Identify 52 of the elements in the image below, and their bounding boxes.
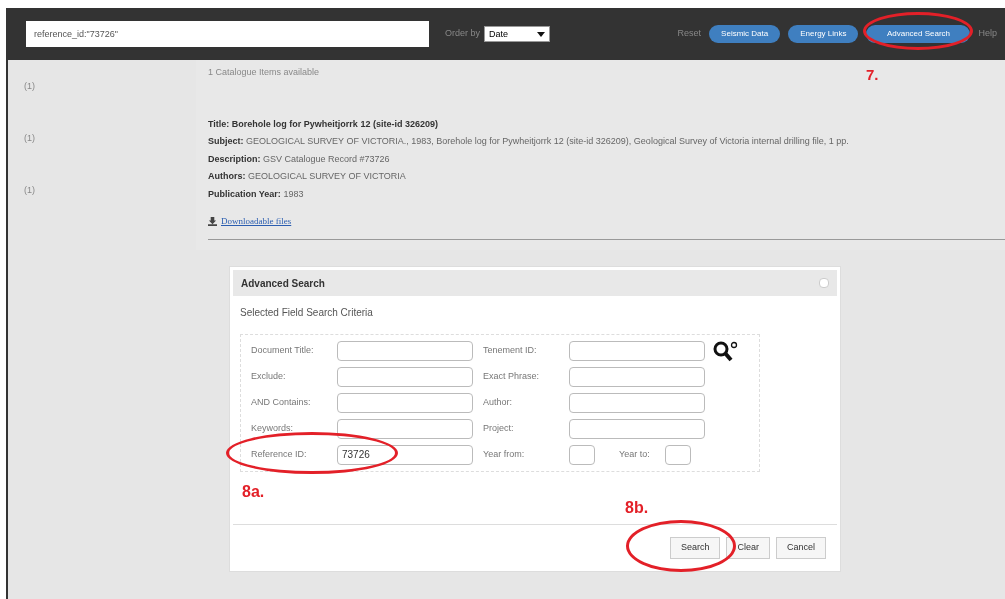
field-label: Exact Phrase: — [483, 369, 541, 383]
field-label: Exclude: — [251, 369, 287, 383]
input-field[interactable]: 73726 — [337, 444, 473, 465]
download-link[interactable]: Downloadable files — [221, 215, 292, 229]
input-field[interactable] — [337, 340, 473, 361]
input-field[interactable] — [665, 444, 691, 465]
count-label: (1) — [24, 80, 36, 93]
input-field[interactable] — [569, 418, 705, 439]
field-label: Tenement ID: — [483, 343, 538, 357]
dialog-subtitle: Selected Field Search Criteria — [240, 306, 374, 320]
field-label: Author: — [483, 395, 514, 409]
input-field[interactable] — [569, 340, 705, 361]
nav-button[interactable]: Energy Links — [788, 25, 859, 43]
field-label: Reference ID: — [251, 447, 308, 461]
dropdown-caret-icon — [537, 30, 545, 38]
download-icon — [208, 217, 217, 227]
close-button[interactable] — [819, 278, 829, 288]
step-label: 8a. — [242, 482, 265, 502]
input-field[interactable] — [337, 392, 473, 413]
search-field[interactable]: reference_id:"73726" — [26, 21, 429, 47]
field-label: Keywords: — [251, 421, 295, 435]
record-field: Subject: GEOLOGICAL SURVEY OF VICTORIA., 1983, Borehole log for Pywheitjorrk 12 (site-id 326209), Geological Survey of Victoria internal drilling file, 1 pp. — [208, 135, 1005, 149]
record-field: Description: GSV Catalogue Record #73726 — [208, 152, 1005, 166]
record-field: Title: Borehole log for Pywheitjorrk 12 (site-id 326209) — [208, 117, 1005, 131]
dialog-button[interactable]: Clear — [726, 537, 770, 559]
record-field: Publication Year: 1983 — [208, 187, 1005, 201]
dialog-button[interactable]: Cancel — [776, 537, 826, 559]
record-field: Authors: GEOLOGICAL SURVEY OF VICTORIA — [208, 170, 1005, 184]
step-label: 7. — [866, 65, 879, 85]
field-label: AND Contains: — [251, 395, 312, 409]
dialog-title: Advanced Search — [241, 276, 325, 291]
input-field[interactable] — [569, 366, 705, 387]
field-label: Year from: — [483, 447, 526, 461]
input-field[interactable] — [337, 366, 473, 387]
order-select[interactable]: Date — [484, 26, 550, 42]
field-label: Project: — [483, 421, 515, 435]
help-link[interactable]: Help — [978, 27, 997, 41]
count-label: (1) — [24, 184, 36, 197]
results-count: 1 Catalogue Items available — [208, 66, 320, 79]
order-label: Order by — [445, 27, 480, 41]
input-field[interactable] — [569, 392, 705, 413]
count-label: (1) — [24, 132, 36, 145]
input-field[interactable] — [337, 418, 473, 439]
nav-button[interactable]: Seismic Data — [709, 25, 781, 43]
input-field[interactable] — [569, 444, 595, 465]
nav-button[interactable]: Advanced Search — [866, 25, 971, 43]
field-label: Year to: — [619, 447, 651, 461]
search-icon[interactable] — [713, 341, 739, 363]
field-label: Document Title: — [251, 343, 315, 357]
dialog-button[interactable]: Search — [669, 537, 721, 559]
reset-link[interactable]: Reset — [677, 27, 702, 41]
step-label: 8b. — [625, 498, 649, 518]
